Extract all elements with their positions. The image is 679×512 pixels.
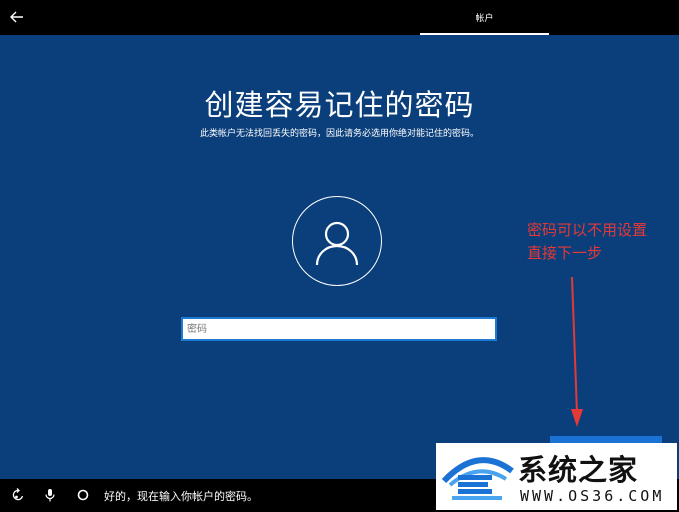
cortana-circle-icon[interactable] [75,487,91,503]
back-arrow-icon [10,11,23,23]
refresh-icon[interactable] [10,487,26,503]
microphone-icon[interactable] [42,487,58,503]
top-bar: 帐户 [0,0,679,35]
page-subtitle: 此类帐户无法找回丢失的密码，因此请务必选用你绝对能记住的密码。 [199,129,479,139]
watermark-name: 系统之家 [518,453,639,487]
password-input[interactable] [181,317,497,341]
user-icon [315,221,359,266]
tab-account-label: 帐户 [475,14,494,24]
status-text: 好的，现在输入你帐户的密码。 [104,490,258,503]
annotation-note: 密码可以不用设置 直接下一步 [527,219,677,265]
page-title: 创建容易记住的密码 [204,88,475,122]
avatar [292,196,382,286]
tab-account[interactable]: 帐户 [420,0,549,35]
watermark: 系统之家 WWW.OS36.COM [436,443,677,510]
tab-active-indicator [420,33,549,35]
annotation-arrow [571,276,583,427]
watermark-url: WWW.OS36.COM [520,487,665,505]
annotation-line-1: 密码可以不用设置 [527,221,648,239]
annotation-line-2: 直接下一步 [527,244,603,262]
back-button[interactable] [6,6,28,28]
site-logo-icon [441,457,514,500]
